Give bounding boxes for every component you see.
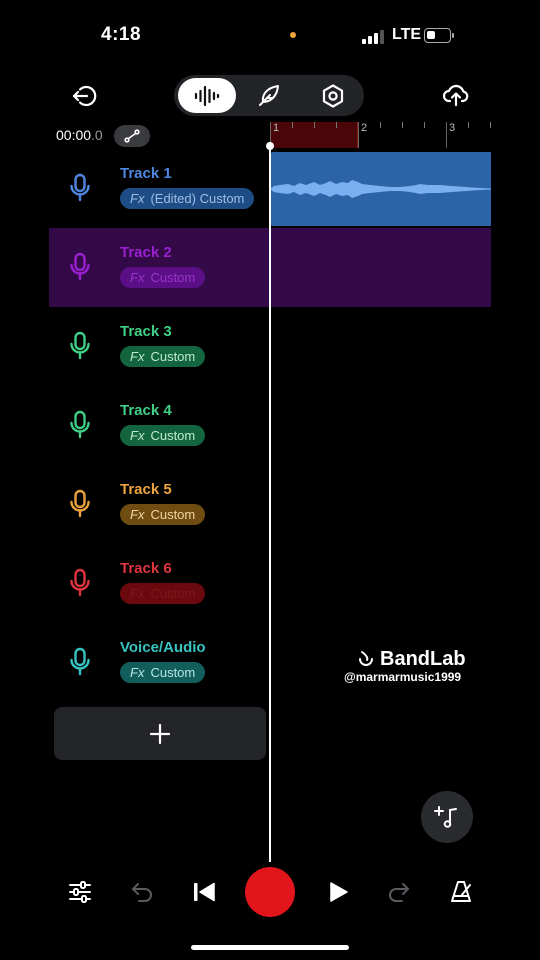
fx-preset-label: (Edited) Custom: [150, 191, 245, 206]
microphone-icon: [69, 252, 91, 282]
view-mode-switch: [174, 75, 364, 116]
exit-icon[interactable]: [70, 82, 98, 110]
fx-icon: Fx: [130, 665, 145, 680]
battery-icon: [424, 28, 454, 43]
hexagon-settings-icon[interactable]: [308, 78, 358, 113]
status-time: 4:18: [101, 24, 142, 45]
fx-preset-pill[interactable]: Fx Custom: [120, 662, 206, 683]
mixer-sliders-icon[interactable]: [65, 877, 95, 907]
fx-icon: Fx: [130, 191, 145, 206]
playhead[interactable]: [269, 145, 271, 862]
microphone-icon: [69, 410, 91, 440]
record-button[interactable]: [245, 867, 295, 917]
privacy-indicator-dot: [290, 32, 296, 38]
microphone-icon: [69, 489, 91, 519]
fx-icon: Fx: [130, 428, 145, 443]
automation-toggle[interactable]: [114, 125, 150, 147]
redo-icon[interactable]: [383, 877, 413, 907]
track-name[interactable]: Track 1: [120, 165, 172, 182]
fx-icon: Fx: [130, 349, 145, 364]
bandlab-logo-icon: [359, 650, 373, 666]
add-track-button[interactable]: [54, 707, 266, 760]
microphone-icon: [69, 647, 91, 677]
watermark-username: @marmarmusic1999: [344, 670, 462, 684]
fx-icon: Fx: [130, 507, 145, 522]
fx-icon: Fx: [130, 586, 145, 601]
fx-preset-pill[interactable]: Fx Custom: [120, 425, 206, 446]
ruler-number: 2: [361, 122, 368, 134]
playback-time-main: 00:00: [56, 127, 92, 143]
fx-preset-label: Custom: [150, 507, 196, 522]
fx-preset-pill[interactable]: Fx Custom: [120, 583, 206, 604]
track-name[interactable]: Voice/Audio: [120, 639, 206, 656]
metronome-icon[interactable]: [446, 877, 476, 907]
add-music-note-icon: [434, 806, 457, 828]
fx-preset-label: Custom: [150, 270, 196, 285]
plus-icon: [149, 723, 171, 744]
track-name[interactable]: Track 3: [120, 323, 172, 340]
ruler-number: 1: [273, 122, 280, 134]
fx-preset-pill[interactable]: Fx (Edited) Custom: [120, 188, 255, 209]
fx-preset-label: Custom: [150, 586, 196, 601]
fx-preset-pill[interactable]: Fx Custom: [120, 267, 206, 288]
fx-preset-label: Custom: [150, 665, 196, 680]
microphone-icon: [69, 568, 91, 598]
skip-back-icon[interactable]: [188, 877, 220, 907]
home-indicator: [191, 945, 349, 950]
network-type: LTE: [392, 26, 422, 43]
undo-icon[interactable]: [128, 877, 158, 907]
play-icon[interactable]: [322, 877, 354, 907]
quill-icon[interactable]: [244, 78, 294, 113]
track-name[interactable]: Track 6: [120, 560, 172, 577]
microphone-icon: [69, 331, 91, 361]
fx-preset-pill[interactable]: Fx Custom: [120, 504, 206, 525]
fx-preset-pill[interactable]: Fx Custom: [120, 346, 206, 367]
track-name[interactable]: Track 4: [120, 402, 172, 419]
cloud-upload-icon[interactable]: [441, 80, 471, 110]
fx-preset-label: Custom: [150, 349, 196, 364]
track-name[interactable]: Track 2: [120, 244, 172, 261]
waveform-icon[interactable]: [178, 78, 236, 113]
ruler-number: 3: [449, 122, 456, 134]
microphone-icon: [69, 173, 91, 203]
timeline-ruler[interactable]: 1 2 3: [270, 122, 491, 148]
watermark-brand: BandLab: [356, 648, 466, 671]
audio-clip[interactable]: [270, 152, 491, 226]
track-name[interactable]: Track 5: [120, 481, 172, 498]
playback-time-fraction: .0: [91, 127, 103, 143]
playback-time: 00:00.0: [56, 127, 103, 143]
add-music-note-button[interactable]: [421, 791, 473, 843]
fx-icon: Fx: [130, 270, 145, 285]
playhead-handle[interactable]: [266, 142, 274, 150]
signal-strength-icon: [362, 30, 384, 44]
fx-preset-label: Custom: [150, 428, 196, 443]
watermark-brand-text: BandLab: [380, 648, 466, 670]
